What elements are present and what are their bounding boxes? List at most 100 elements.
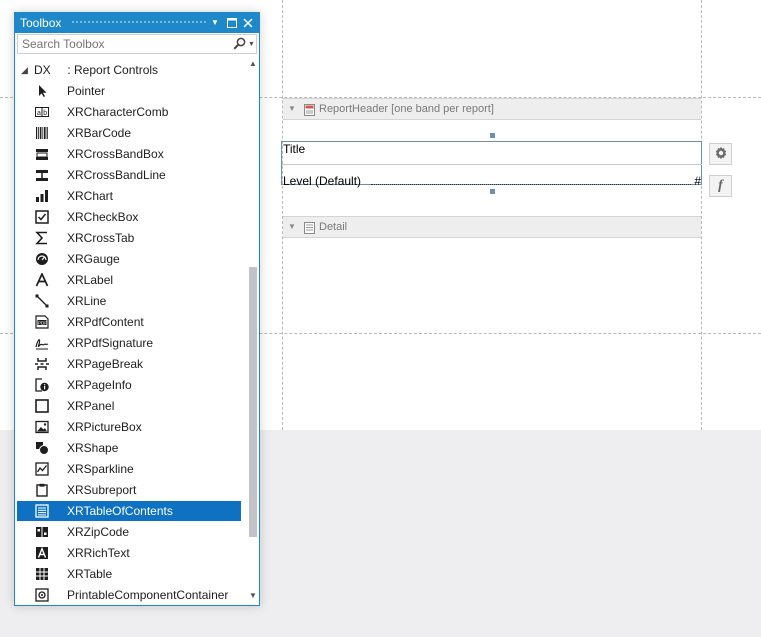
search-icon[interactable] <box>233 37 246 53</box>
toolbox-search[interactable]: ▼ <box>17 34 257 54</box>
toolbox-item-xrsparkline[interactable]: XRSparkline <box>17 459 241 479</box>
svg-text:a: a <box>37 110 41 117</box>
toolbox-item-label: XRPageBreak <box>67 357 144 371</box>
toolbox-item-xrpageinfo[interactable]: XRPageInfo <box>17 375 241 395</box>
toolbox-item-label: XRLine <box>67 294 107 308</box>
toolbox-item-xrsubreport[interactable]: XRSubreport <box>17 480 241 500</box>
toolbox-item-label: XRSubreport <box>67 483 137 497</box>
toolbox-item-label: XRPdfContent <box>67 315 144 329</box>
toolbox-item-label: XRPdfSignature <box>67 336 154 350</box>
collapse-arrow-icon[interactable]: ▼ <box>288 99 296 119</box>
search-input[interactable] <box>18 35 232 53</box>
report-header-band[interactable]: ▼ ReportHeader [one band per report] <box>283 98 701 120</box>
toc-separator <box>282 164 702 165</box>
toolbox-item-xrtableofcontents[interactable]: XRTableOfContents <box>17 501 241 521</box>
function-icon: f <box>718 178 723 193</box>
toolbox-item-label: Pointer <box>67 84 106 98</box>
subreport-icon <box>35 483 49 497</box>
category-report-controls[interactable]: ◢ DX : Report Controls <box>15 60 247 81</box>
toc-leader-dots <box>371 184 691 185</box>
detail-band-label: Detail <box>319 221 348 233</box>
toolbox-item-xrchart[interactable]: XRChart <box>17 186 241 206</box>
report-header-band-icon <box>304 103 315 123</box>
toolbox-item-xrlabel[interactable]: XRLabel <box>17 270 241 290</box>
toolbox-item-list[interactable]: ◢ DX : Report Controls Pointer ab XRChar… <box>15 59 247 605</box>
svg-text:PDF: PDF <box>38 320 47 325</box>
pointer-icon <box>35 84 49 98</box>
smart-tag-button[interactable] <box>709 143 732 165</box>
toolbox-item-label: XRRichText <box>67 546 130 560</box>
printable-component-icon <box>35 588 49 602</box>
scrollbar-thumb[interactable] <box>249 267 257 537</box>
toolbox-item-xrline[interactable]: XRLine <box>17 291 241 311</box>
drag-grip[interactable] <box>71 20 207 25</box>
chart-icon <box>35 189 49 203</box>
category-prefix: DX <box>34 63 51 77</box>
category-name: : Report Controls <box>67 63 159 77</box>
toolbox-item-xrpdfsignature[interactable]: XRPdfSignature <box>17 333 241 353</box>
gauge-icon <box>35 252 49 266</box>
cross-band-box-icon <box>35 147 49 161</box>
toolbox-item-label: XRGauge <box>67 252 120 266</box>
toolbox-item-label: XRCheckBox <box>67 210 139 224</box>
toolbox-item-xrpdfcontent[interactable]: PDF XRPdfContent <box>17 312 241 332</box>
toolbox-item-xrpicturebox[interactable]: XRPictureBox <box>17 417 241 437</box>
toolbox-item-xrrichtext[interactable]: XRRichText <box>17 543 241 563</box>
search-options-chevron-icon[interactable]: ▼ <box>248 41 255 48</box>
detail-band[interactable]: ▼ Detail <box>283 216 701 238</box>
collapse-arrow-icon[interactable]: ▼ <box>288 217 296 237</box>
scroll-up-arrow-icon[interactable]: ▲ <box>249 59 257 68</box>
toolbox-item-label: XRShape <box>67 441 119 455</box>
gear-icon <box>714 146 728 163</box>
dropdown-icon[interactable]: ▼ <box>208 15 222 30</box>
bottom-resize-handle[interactable] <box>490 189 495 194</box>
toolbox-item-label: XRLabel <box>67 273 114 287</box>
label-icon <box>35 271 49 287</box>
toolbox-scrollbar[interactable]: ▲ ▼ <box>247 59 259 605</box>
crosstab-icon <box>35 231 49 245</box>
pdf-content-icon: PDF <box>35 315 49 329</box>
toolbox-title: Toolbox <box>20 16 62 30</box>
toolbox-item-pointer[interactable]: Pointer <box>17 81 241 101</box>
toolbox-window[interactable]: Toolbox ▼ ▼ ◢ DX : Report Controls Point… <box>14 12 260 606</box>
toolbox-item-label: XRPageInfo <box>67 378 132 392</box>
toolbox-item-xrcheckbox[interactable]: XRCheckBox <box>17 207 241 227</box>
toolbox-item-xrtable[interactable]: XRTable <box>17 564 241 584</box>
svg-text:b: b <box>43 110 47 117</box>
toolbox-item-xrcrossbandbox[interactable]: XRCrossBandBox <box>17 144 241 164</box>
table-icon <box>35 567 49 581</box>
toolbox-item-xrpanel[interactable]: XRPanel <box>17 396 241 416</box>
toolbox-item-xrbarcode[interactable]: XRBarCode <box>17 123 241 143</box>
right-margin-line <box>701 0 702 430</box>
sparkline-icon <box>35 462 49 476</box>
report-header-band-label: ReportHeader [one band per report] <box>319 103 494 115</box>
toolbox-item-label: XRCharacterComb <box>67 105 169 119</box>
toolbox-item-label: XRZipCode <box>67 525 130 539</box>
line-icon <box>35 294 49 308</box>
page-info-icon <box>35 378 49 392</box>
toolbox-item-label: XRCrossBandBox <box>67 147 164 161</box>
toolbox-item-xrshape[interactable]: XRShape <box>17 438 241 458</box>
close-icon[interactable] <box>241 15 255 30</box>
toolbox-item-xrpagebreak[interactable]: XRPageBreak <box>17 354 241 374</box>
toolbox-item-printablecomponentcontainer[interactable]: PrintableComponentContainer <box>17 585 241 605</box>
toolbox-item-xrgauge[interactable]: XRGauge <box>17 249 241 269</box>
toolbox-item-label: XRPictureBox <box>67 420 142 434</box>
toolbox-item-xrcrosstab[interactable]: XRCrossTab <box>17 228 241 248</box>
pdf-signature-icon <box>35 336 49 350</box>
zipcode-icon <box>35 525 49 539</box>
toolbox-item-xrzipcode[interactable]: XRZipCode <box>17 522 241 542</box>
toolbox-item-label: PrintableComponentContainer <box>67 588 229 602</box>
rich-text-icon <box>35 546 49 560</box>
expanded-triangle-icon[interactable]: ◢ <box>21 60 28 81</box>
maximize-icon[interactable] <box>225 15 239 30</box>
toolbox-item-label: XRCrossBandLine <box>67 168 166 182</box>
toolbox-titlebar[interactable]: Toolbox ▼ <box>15 13 259 33</box>
toc-level-text: Level (Default) <box>283 174 362 188</box>
expression-button[interactable]: f <box>709 175 732 197</box>
page-break-icon <box>35 357 49 371</box>
toolbox-item-xrcrossbandline[interactable]: XRCrossBandLine <box>17 165 241 185</box>
toolbox-item-xrcharactercomb[interactable]: ab XRCharacterComb <box>17 102 241 122</box>
scroll-down-arrow-icon[interactable]: ▼ <box>249 591 257 600</box>
top-resize-handle[interactable] <box>490 133 495 138</box>
